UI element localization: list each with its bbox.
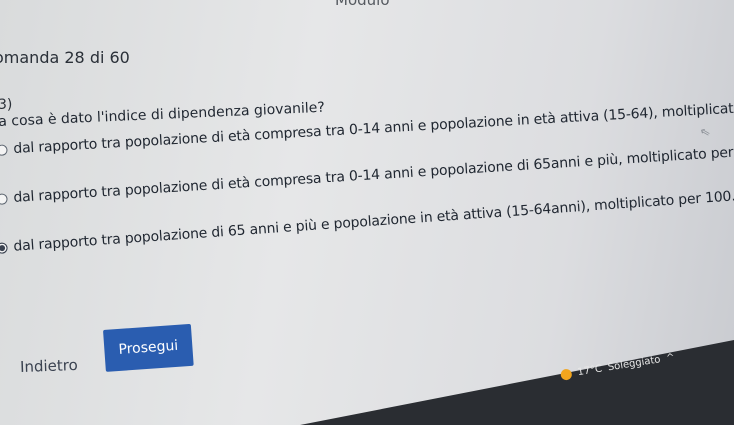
module-title: Modulo [335, 0, 390, 9]
next-button[interactable]: Prosegui [103, 323, 194, 372]
radio-button[interactable] [0, 143, 8, 156]
radio-button[interactable] [0, 192, 8, 205]
sun-icon [560, 368, 573, 381]
radio-button-selected[interactable] [0, 241, 8, 254]
question-code: 3) [0, 97, 13, 113]
question-counter: omanda 28 di 60 [0, 48, 130, 67]
answer-option-label: dal rapporto tra popolazione di età comp… [12, 97, 734, 158]
back-link[interactable]: Indietro [20, 356, 78, 376]
mouse-cursor-icon: ⇖ [698, 123, 712, 141]
tray-chevron-icon[interactable]: ^ [665, 352, 675, 364]
answer-option-1[interactable]: dal rapporto tra popolazione di età comp… [0, 97, 734, 158]
